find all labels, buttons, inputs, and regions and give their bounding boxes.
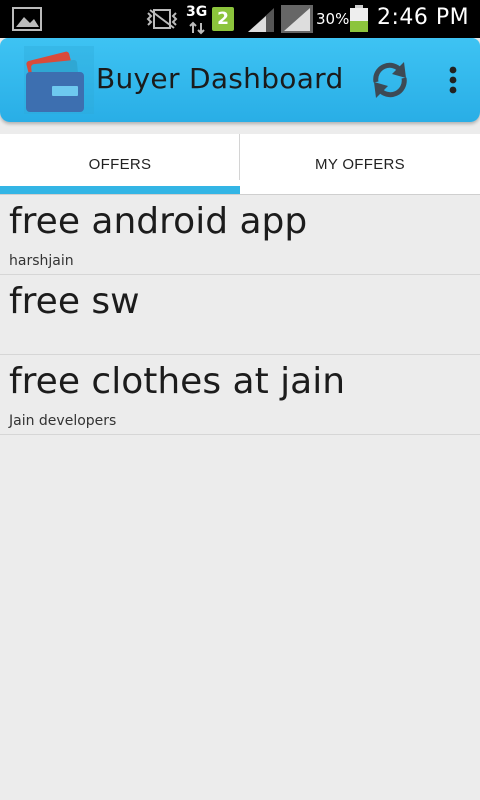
overflow-menu-icon [449, 66, 457, 98]
offer-title: free clothes at jain [9, 361, 346, 402]
tab-my-offers-label: MY OFFERS [315, 155, 405, 173]
offer-seller: Jain developers [9, 413, 117, 429]
sim-slot-number: 2 [217, 9, 229, 29]
sim-slot-badge: 2 [212, 7, 234, 31]
offer-title: free sw [9, 281, 140, 322]
offer-list-item[interactable]: free sw [0, 275, 480, 355]
tab-selected-indicator [0, 186, 240, 194]
data-arrows-icon [188, 20, 206, 39]
offer-title: free android app [9, 201, 308, 242]
battery-percent: 30% [316, 10, 350, 28]
gallery-icon [12, 7, 42, 35]
clock: 2:46 PM [377, 5, 470, 30]
refresh-icon [368, 58, 412, 106]
offer-list-item[interactable]: free android app harshjain [0, 195, 480, 275]
overflow-menu-button[interactable] [436, 56, 470, 108]
tab-bar: OFFERS MY OFFERS [0, 134, 480, 195]
offer-list-item[interactable]: free clothes at jain Jain developers [0, 355, 480, 435]
offer-list: free android app harshjain free sw free … [0, 195, 480, 435]
status-bar: 3G 2 30% 2:46 PM [0, 0, 480, 38]
network-type: 3G [186, 4, 208, 20]
tab-offers[interactable]: OFFERS [0, 134, 240, 194]
tab-offers-label: OFFERS [88, 155, 152, 173]
refresh-button[interactable] [364, 56, 416, 108]
vibrate-mute-icon [144, 8, 180, 34]
signal-alt-icon [280, 4, 314, 38]
battery-icon [349, 5, 369, 37]
action-bar: Buyer Dashboard [0, 38, 480, 122]
signal-icon [246, 6, 276, 38]
tab-my-offers[interactable]: MY OFFERS [240, 134, 480, 194]
app-title: Buyer Dashboard [96, 62, 344, 95]
wallet-logo-icon [22, 44, 96, 116]
offer-seller: harshjain [9, 253, 74, 269]
